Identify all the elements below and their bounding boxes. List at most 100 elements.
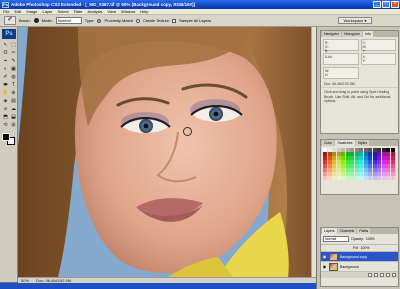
color-swatch[interactable] xyxy=(336,164,341,168)
color-swatch[interactable] xyxy=(350,152,354,156)
color-swatch[interactable] xyxy=(363,164,368,168)
tool-button[interactable]: ⟲ xyxy=(2,122,9,129)
color-swatch[interactable] xyxy=(363,148,368,152)
color-swatch[interactable] xyxy=(386,172,390,176)
color-swatch[interactable] xyxy=(390,176,395,180)
color-swatch[interactable] xyxy=(381,156,386,160)
close-button[interactable]: × xyxy=(391,1,399,8)
color-swatch[interactable] xyxy=(327,172,332,176)
color-swatch[interactable] xyxy=(368,164,372,168)
tab-color[interactable]: Color xyxy=(322,140,335,146)
color-swatch[interactable] xyxy=(341,172,345,176)
color-swatch[interactable] xyxy=(377,176,381,180)
color-swatch[interactable] xyxy=(350,160,354,164)
fill-value[interactable]: 100% xyxy=(360,246,369,250)
create-texture-radio[interactable] xyxy=(135,18,140,23)
workspace-button[interactable]: Workspace ▾ xyxy=(338,17,372,24)
tool-button[interactable]: ⬚ xyxy=(10,42,17,49)
color-swatch[interactable] xyxy=(372,160,377,164)
tab-paths[interactable]: Paths xyxy=(357,228,371,234)
color-swatch[interactable] xyxy=(345,148,350,152)
color-swatch[interactable] xyxy=(354,148,359,152)
color-swatch[interactable] xyxy=(336,176,341,180)
color-swatch[interactable] xyxy=(368,168,372,172)
color-swatch[interactable] xyxy=(372,176,377,180)
color-swatch[interactable] xyxy=(336,172,341,176)
mode-select[interactable]: Normal xyxy=(55,17,82,24)
sample-all-layers-checkbox[interactable] xyxy=(172,18,177,23)
link-layers-icon[interactable] xyxy=(368,273,372,277)
color-swatch[interactable] xyxy=(377,164,381,168)
color-swatch[interactable] xyxy=(323,156,327,160)
trash-icon[interactable] xyxy=(392,273,396,277)
minimize-button[interactable]: _ xyxy=(373,1,381,8)
menu-select[interactable]: Select xyxy=(58,9,69,14)
color-swatch[interactable] xyxy=(327,152,332,156)
color-swatch[interactable] xyxy=(332,168,336,172)
color-swatch[interactable] xyxy=(345,176,350,180)
tool-button[interactable]: ⊕ xyxy=(10,90,17,97)
color-swatch[interactable] xyxy=(368,156,372,160)
color-swatch[interactable] xyxy=(341,152,345,156)
color-swatch[interactable] xyxy=(323,168,327,172)
color-swatch[interactable] xyxy=(341,156,345,160)
brush-preview-icon[interactable] xyxy=(33,18,39,23)
color-swatch[interactable] xyxy=(377,168,381,172)
menu-filter[interactable]: Filter xyxy=(74,9,83,14)
color-swatch[interactable] xyxy=(350,164,354,168)
color-swatch[interactable] xyxy=(386,152,390,156)
color-swatch[interactable] xyxy=(327,168,332,172)
add-style-icon[interactable] xyxy=(374,273,378,277)
tool-button[interactable]: ✐ xyxy=(2,74,9,81)
color-swatch[interactable] xyxy=(386,168,390,172)
color-swatch[interactable] xyxy=(354,156,359,160)
maximize-button[interactable]: □ xyxy=(382,1,390,8)
menu-view[interactable]: View xyxy=(107,9,116,14)
color-swatch[interactable] xyxy=(381,152,386,156)
menu-analysis[interactable]: Analysis xyxy=(88,9,103,14)
document-canvas[interactable] xyxy=(18,27,316,277)
tab-swatches[interactable]: Swatches xyxy=(335,140,355,146)
color-swatch[interactable] xyxy=(327,164,332,168)
color-swatch[interactable] xyxy=(386,160,390,164)
color-swatch[interactable] xyxy=(350,172,354,176)
layer-row[interactable]: ◉ Background xyxy=(321,262,398,272)
menu-image[interactable]: Image xyxy=(26,9,37,14)
color-swatch[interactable] xyxy=(390,164,395,168)
tool-button[interactable]: ☁ xyxy=(10,106,17,113)
color-swatch[interactable] xyxy=(345,160,350,164)
new-layer-icon[interactable] xyxy=(386,273,390,277)
tool-button[interactable]: ◈ xyxy=(2,98,9,105)
color-swatch[interactable] xyxy=(372,152,377,156)
color-swatch[interactable] xyxy=(363,160,368,164)
menu-edit[interactable]: Edit xyxy=(14,9,21,14)
tool-button[interactable]: ✂ xyxy=(10,50,17,57)
foreground-color-swatch[interactable] xyxy=(2,133,10,141)
color-swatch[interactable] xyxy=(350,168,354,172)
color-swatch[interactable] xyxy=(354,176,359,180)
color-swatch[interactable] xyxy=(381,172,386,176)
color-swatch[interactable] xyxy=(363,176,368,180)
color-swatch[interactable] xyxy=(332,148,336,152)
color-swatch[interactable] xyxy=(345,152,350,156)
tool-button[interactable]: ⬓ xyxy=(10,114,17,121)
color-swatch[interactable] xyxy=(354,168,359,172)
menu-help[interactable]: Help xyxy=(140,9,148,14)
tool-button[interactable]: ʘ xyxy=(2,50,9,57)
color-swatch[interactable] xyxy=(386,164,390,168)
tool-preset-picker[interactable]: ✐ xyxy=(4,16,16,25)
tool-button[interactable]: ▣ xyxy=(10,66,17,73)
tab-info[interactable]: Info xyxy=(362,31,373,37)
color-swatch[interactable] xyxy=(359,160,363,164)
color-swatch[interactable] xyxy=(345,164,350,168)
color-swatch[interactable] xyxy=(363,172,368,176)
color-swatch[interactable] xyxy=(327,148,332,152)
color-swatch[interactable] xyxy=(336,168,341,172)
color-swatch[interactable] xyxy=(332,160,336,164)
color-swatch[interactable] xyxy=(372,156,377,160)
color-swatch[interactable] xyxy=(377,152,381,156)
color-swatch[interactable] xyxy=(368,148,372,152)
color-swatch[interactable] xyxy=(372,164,377,168)
color-swatch[interactable] xyxy=(359,176,363,180)
color-swatch[interactable] xyxy=(386,148,390,152)
